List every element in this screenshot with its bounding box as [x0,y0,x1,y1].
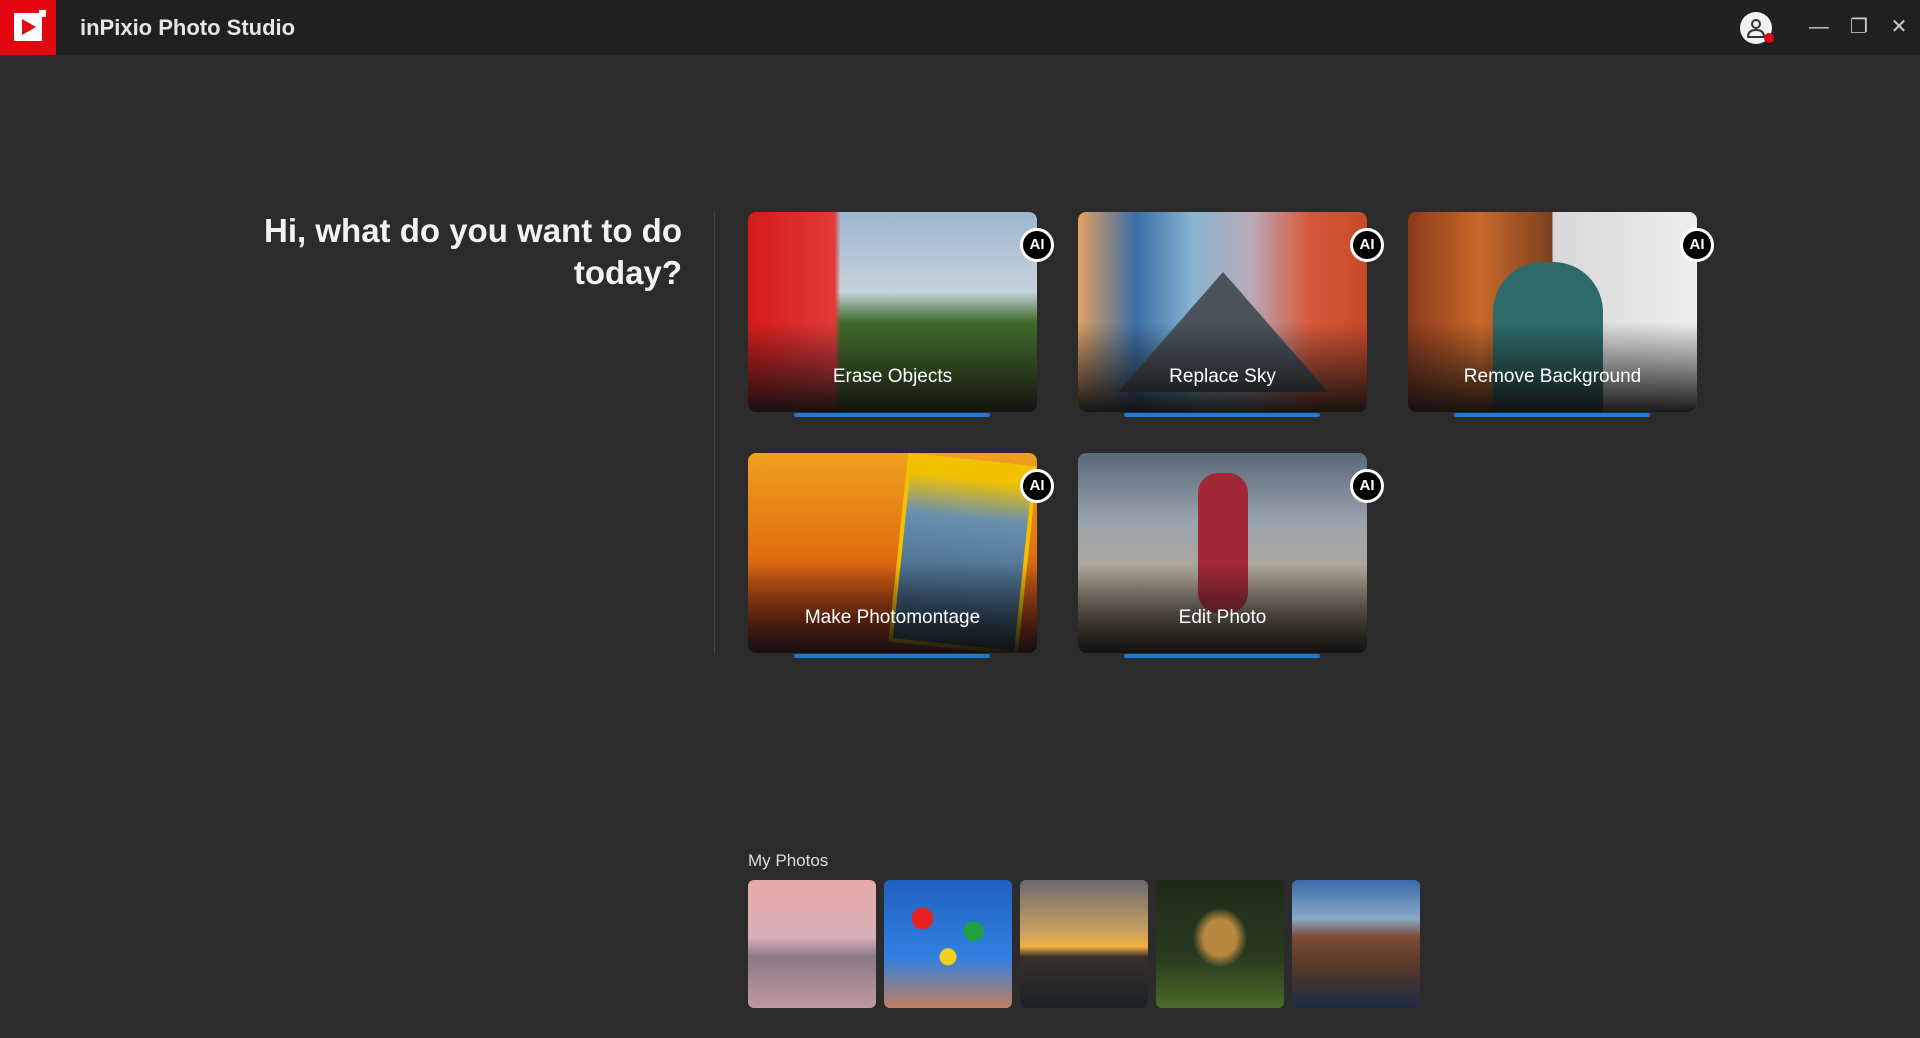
card-underline [1124,413,1320,417]
page-heading: Hi, what do you want to do today? [264,212,682,291]
card-underline [794,654,990,658]
photo-thumbnail-lion[interactable] [1156,880,1284,1008]
ai-badge: AI [1020,469,1054,503]
card-label: Erase Objects [832,366,953,387]
title-bar: inPixio Photo Studio — ❐ ✕ [0,0,1920,55]
minimize-button[interactable]: — [1804,12,1834,42]
card-label: Remove Background [1463,366,1642,387]
card-underline [1124,654,1320,658]
card-underline [794,413,990,417]
card-underline [1454,413,1650,417]
divider [714,212,715,654]
photo-thumbnail-lake-house[interactable] [1292,880,1420,1008]
card-label: Edit Photo [1178,607,1267,628]
photo-thumbnail-sailboat[interactable] [1020,880,1148,1008]
app-logo [0,0,56,55]
ai-badge: AI [1680,228,1714,262]
notification-dot [1764,33,1774,43]
user-icon [1747,19,1765,38]
close-button[interactable]: ✕ [1884,12,1914,42]
account-button[interactable] [1740,12,1774,44]
ai-badge: AI [1020,228,1054,262]
card-edit-photo[interactable]: Edit Photo [1078,453,1367,653]
ai-badge: AI [1350,469,1384,503]
app-title: inPixio Photo Studio [80,15,296,40]
ai-badge: AI [1350,228,1384,262]
card-make-photomontage[interactable]: Make Photomontage [748,453,1037,653]
card-replace-sky[interactable]: Replace Sky [1078,212,1367,412]
my-photos-title: My Photos [748,851,829,870]
card-remove-background[interactable]: Remove Background [1408,212,1697,412]
card-erase-objects[interactable]: Erase Objects [748,212,1037,412]
restore-button[interactable]: ❐ [1844,12,1874,42]
photo-thumbnail-surfer[interactable] [748,880,876,1008]
card-label: Replace Sky [1169,366,1276,387]
photo-thumbnail-umbrellas[interactable] [884,880,1012,1008]
card-label: Make Photomontage [804,607,981,628]
